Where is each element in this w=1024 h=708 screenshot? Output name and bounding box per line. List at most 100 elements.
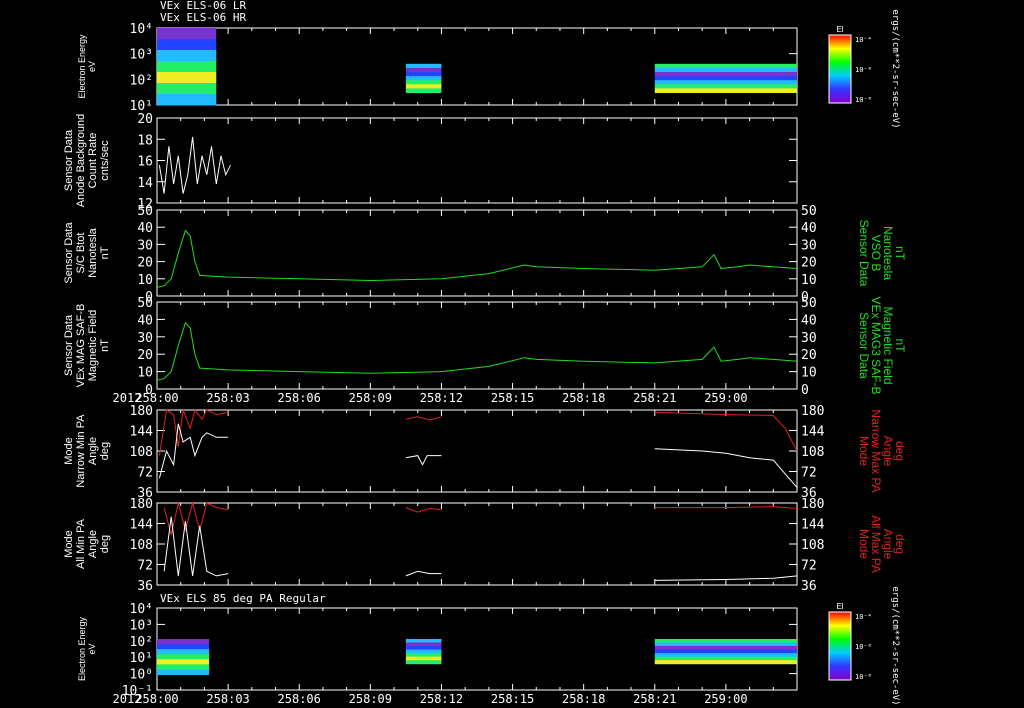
heatmap-cell-spec1 (405, 67, 442, 73)
panel-frame-b2 (156, 301, 798, 390)
colorbar-0 (828, 34, 852, 104)
heatmap-cell-spec2 (157, 669, 210, 676)
colorbar-title-1: El (836, 602, 843, 611)
y-tick-label-right-pa2: 72 (801, 559, 817, 574)
heatmap-cell-spec1 (654, 88, 797, 93)
y-tick-label-right-b2: 50 (801, 296, 817, 311)
colorbar-tick-0: 10⁻⁶ (855, 66, 872, 74)
x-tick-label-b2: 258:03 (206, 391, 249, 405)
y-tick-label-right-b2: 30 (801, 331, 817, 346)
heatmap-cell-spec1 (654, 76, 797, 81)
y-tick-label-right-pa1: 144 (801, 425, 825, 440)
y-axis-label-b2: Magnetic Field (87, 310, 99, 382)
colorbar-1 (828, 611, 852, 681)
y-axis-label-spec2: Electron Energy (77, 616, 87, 681)
heatmap-cell-spec2 (654, 646, 797, 651)
heatmap-cell-spec1 (405, 72, 442, 77)
heatmap-cell-spec2 (654, 642, 797, 647)
heatmap-cell-spec2 (654, 638, 797, 643)
header-title: VEx ELS-06 LR VEx ELS-06 HR (160, 0, 246, 24)
y-axis-label-bg: Sensor Data (63, 129, 75, 191)
y-tick-label-pa1: 72 (137, 466, 153, 481)
heatmap-cell-spec2 (157, 638, 210, 645)
x-tick-label-b2: 258:00 (135, 391, 178, 405)
y-tick-label-bg: 18 (137, 133, 153, 148)
heatmap-cell-spec1 (654, 80, 797, 85)
y-tick-label-right-b1: 30 (801, 238, 817, 253)
y-tick-label-right-b1: 20 (801, 256, 817, 271)
heatmap-cell-spec2 (405, 656, 442, 661)
x-tick-label-b2: 258:21 (633, 391, 676, 405)
colorbar-title-0: El (836, 25, 843, 34)
year-label-spec2: 2012 (113, 692, 142, 706)
y-tick-label-spec2: 10⁴ (130, 602, 153, 617)
y-tick-label-right-b1: 40 (801, 221, 817, 236)
y-axis-label-pa1: Angle (87, 437, 99, 465)
y-tick-label-spec2: 10³ (130, 618, 153, 633)
y-tick-label-pa2: 108 (130, 538, 153, 553)
y-axis-label-right-b1: nT (893, 246, 907, 261)
x-tick-label-spec2: 258:03 (206, 692, 249, 706)
x-tick-label-b2: 258:15 (491, 391, 534, 405)
year-label-b2: 2012 (113, 391, 142, 405)
colorbar-tick-1: 10⁻⁶ (855, 643, 872, 651)
y-axis-label-bg: Count Rate (87, 133, 99, 189)
y-tick-label-b1: 10 (137, 273, 153, 288)
heatmap-cell-spec2 (157, 654, 210, 660)
x-tick-label-b2: 258:06 (278, 391, 321, 405)
y-tick-label-pa1: 180 (130, 404, 153, 419)
y-axis-label-spec1: Electron Energy (77, 34, 87, 99)
heatmap-cell-spec1 (157, 50, 217, 62)
heatmap-cell-spec2 (654, 649, 797, 654)
y-tick-label-b2: 20 (137, 348, 153, 363)
colorbar-tick-0: 10⁻⁸ (855, 96, 872, 104)
y-axis-label-b2: VEx MAG SAF-B (75, 304, 87, 388)
series-line-pa1-1 (158, 423, 229, 479)
series-line-pa1-5 (654, 448, 798, 488)
y-axis-label-b2: nT (99, 339, 111, 352)
y-tick-label-pa1: 144 (130, 425, 154, 440)
y-axis-label-pa2: Mode (63, 530, 75, 558)
y-tick-label-bg: 16 (137, 155, 153, 170)
y-axis-label-right-pa1: Mode (857, 436, 871, 466)
heatmap-cell-spec2 (405, 653, 442, 658)
heatmap-cell-spec2 (405, 642, 442, 647)
panel-frame-b1 (156, 209, 798, 297)
heatmap-cell-spec2 (654, 656, 797, 661)
x-tick-label-b2: 258:12 (420, 391, 463, 405)
series-line-pa2-5 (654, 575, 798, 581)
x-tick-label-spec2: 258:09 (349, 692, 392, 706)
y-axis-label-b1: Sensor Data (63, 222, 75, 284)
y-axis-label-pa1: Mode (63, 437, 75, 465)
y-tick-label-right-pa2: 36 (801, 579, 817, 594)
y-tick-label-b1: 20 (137, 256, 153, 271)
y-axis-label-b1: S/C Btot (75, 233, 87, 274)
series-line-b2-0 (156, 321, 798, 381)
y-axis-label-right-b2: Sensor Data (857, 312, 871, 379)
heatmap-cell-spec1 (157, 28, 217, 40)
y-tick-label-b1: 40 (137, 221, 153, 236)
y-axis-label-right-pa1: deg (893, 441, 907, 461)
heatmap-cell-spec1 (405, 63, 442, 69)
heatmap-cell-spec2 (157, 644, 210, 650)
header-line-2: VEx ELS-06 HR (160, 11, 247, 24)
y-tick-label-pa2: 180 (130, 497, 153, 512)
x-tick-label-spec2: 258:06 (278, 692, 321, 706)
y-tick-label-bg: 14 (137, 176, 153, 191)
y-tick-label-spec1: 10⁴ (130, 22, 153, 37)
y-axis-label-b1: nT (99, 246, 111, 259)
multi-panel-chart: 10⁴10³10²10¹Electron Energy eV2018161412S… (63, 9, 907, 706)
panel-frame-bg (156, 117, 798, 204)
y-axis-label-right-b1: Sensor Data (857, 220, 871, 287)
y-tick-label-b1: 30 (137, 238, 153, 253)
y-tick-label-bg: 20 (137, 112, 153, 127)
series-line-pa2-0 (163, 501, 229, 536)
y-axis-label-right-pa2: Mode (857, 529, 871, 559)
y-tick-label-right-pa2: 180 (801, 497, 824, 512)
y-tick-label-spec2: 10² (130, 635, 153, 650)
y-axis-label-right-b1: Nanotesla (881, 226, 895, 280)
y-tick-label-pa1: 108 (130, 445, 153, 460)
heatmap-cell-spec2 (405, 638, 442, 643)
y-axis-label-spec2: eV (87, 643, 97, 654)
y-tick-label-b2: 30 (137, 331, 153, 346)
